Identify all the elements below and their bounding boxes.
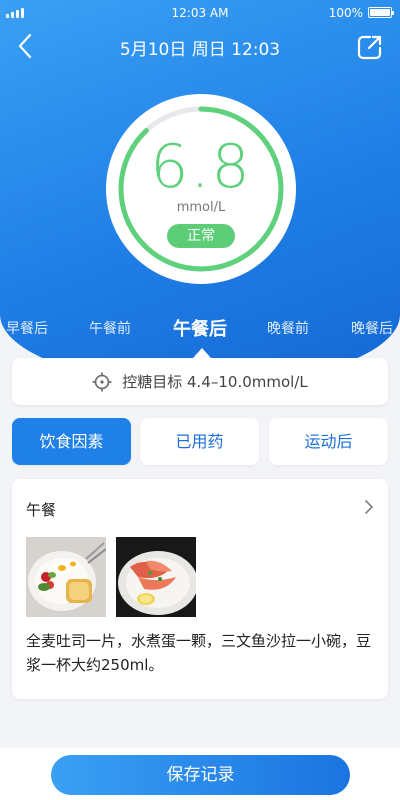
status-badge: 正常 [167, 224, 235, 248]
salmon-salad-photo [116, 537, 196, 617]
tab-indicator [193, 348, 211, 358]
tab-lunch-after[interactable]: 午餐后 [173, 315, 227, 341]
bottom-bar: 保存记录 [0, 748, 400, 800]
glucose-unit: mmol/L [176, 200, 226, 215]
tab-lunch-before[interactable]: 午餐前 [89, 318, 131, 338]
status-bar: 12:03 AM 100% [0, 0, 400, 26]
glucose-value: 6.8 [150, 132, 252, 202]
tab-dinner-after[interactable]: 晚餐后 [351, 318, 393, 338]
share-button[interactable] [356, 33, 384, 61]
tab-breakfast-after[interactable]: 早餐后 [6, 318, 48, 338]
crosshair-icon [92, 372, 112, 391]
meal-card[interactable]: 午餐 全麦吐司一片，水煮蛋一颗，三文鱼沙拉一小碗，豆浆一杯大约250ml。 [12, 479, 388, 699]
chevron-right-icon[interactable] [362, 499, 376, 515]
tab-diet-factors[interactable]: 饮食因素 [12, 418, 131, 465]
meal-photo[interactable] [116, 537, 196, 617]
meal-photo[interactable] [26, 537, 106, 617]
factor-tabs: 饮食因素 已用药 运动后 [12, 418, 388, 465]
battery-percent: 100% [328, 6, 363, 20]
share-icon [357, 35, 382, 60]
meal-title: 午餐 [26, 501, 57, 519]
page-title: 5月10日 周日 12:03 [119, 40, 281, 60]
battery-icon [368, 7, 394, 18]
target-label: 控糖目标 4.4–10.0mmol/L [122, 373, 308, 391]
save-record-button[interactable]: 保存记录 [51, 755, 350, 795]
meal-description: 全麦吐司一片，水煮蛋一颗，三文鱼沙拉一小碗，豆浆一杯大约250ml。 [26, 632, 372, 674]
glucose-target-card: 控糖目标 4.4–10.0mmol/L [12, 358, 388, 405]
glucose-gauge: 6.8 mmol/L 正常 [106, 94, 296, 284]
toast-egg-photo [26, 537, 106, 617]
tab-medication[interactable]: 已用药 [140, 418, 259, 465]
nav-bar: 5月10日 周日 12:03 [0, 26, 400, 68]
tab-after-exercise[interactable]: 运动后 [269, 418, 388, 465]
meal-time-tabs: 早餐后 午餐前 午餐后 晚餐前 晚餐后 [0, 312, 400, 342]
tab-dinner-before[interactable]: 晚餐前 [267, 318, 309, 338]
